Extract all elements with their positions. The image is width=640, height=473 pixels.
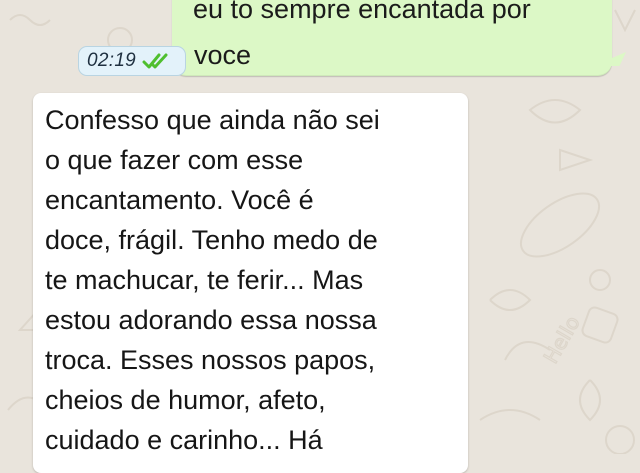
- incoming-message-line: te machucar, te ferir... Mas: [45, 265, 364, 295]
- outgoing-message-line: voce: [194, 40, 252, 70]
- incoming-message-line: estou adorando essa nossa: [45, 305, 377, 335]
- wallpaper-doodle-text: Hello: [539, 312, 585, 368]
- incoming-message-line: doce, frágil. Tenho medo de: [45, 225, 378, 255]
- outgoing-message-line: eu to sempre encantada por: [193, 0, 531, 24]
- incoming-message-line: cheios de humor, afeto,: [45, 385, 326, 415]
- message-timestamp-badge: 02:19: [78, 46, 186, 76]
- message-time: 02:19: [87, 50, 137, 71]
- double-check-read-icon: [142, 53, 168, 69]
- incoming-message-line: encantamento. Você é: [45, 185, 314, 215]
- incoming-message-line: o que fazer com esse: [45, 145, 304, 175]
- incoming-message-text: Confesso que ainda não sei o que fazer c…: [45, 100, 460, 460]
- incoming-message-line: cuidado e carinho... Há: [45, 425, 323, 455]
- incoming-message-line: troca. Esses nossos papos,: [45, 345, 376, 375]
- incoming-message-line: Confesso que ainda não sei: [45, 105, 380, 135]
